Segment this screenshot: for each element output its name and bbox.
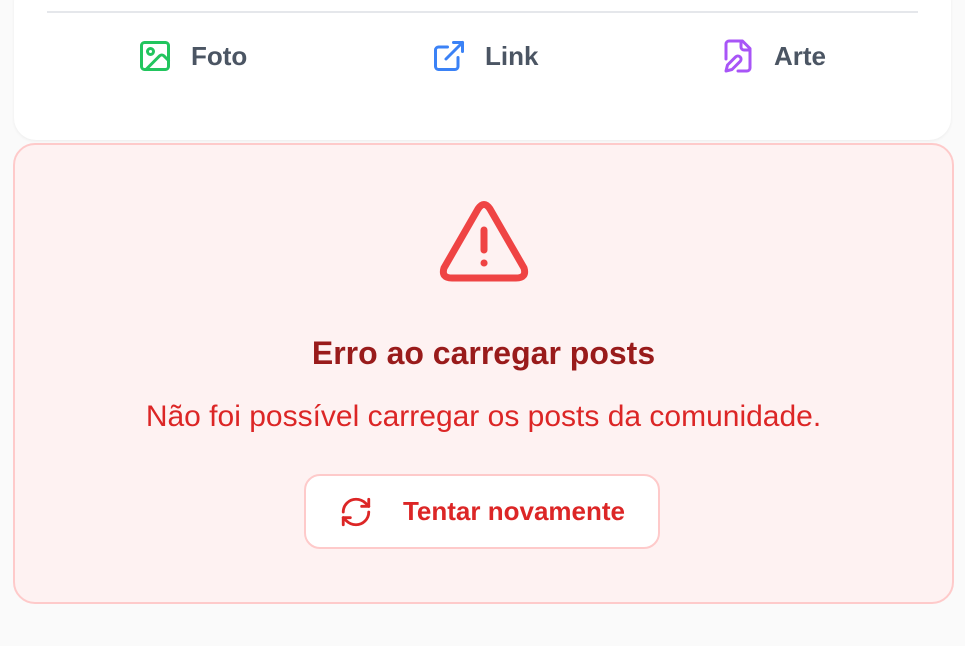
retry-button[interactable]: Tentar novamente [304, 474, 660, 549]
link-button[interactable]: Link [431, 35, 538, 77]
arte-label: Arte [774, 40, 827, 71]
divider [47, 11, 918, 13]
foto-button[interactable]: Foto [137, 35, 247, 77]
arte-button[interactable]: Arte [720, 35, 826, 77]
retry-label: Tentar novamente [402, 496, 625, 526]
image-icon [137, 38, 173, 74]
error-state-card: Erro ao carregar posts Não foi possível … [13, 143, 954, 604]
file-pen-icon [720, 38, 756, 74]
error-title: Erro ao carregar posts [311, 335, 656, 371]
external-link-icon [431, 38, 467, 74]
foto-label: Foto [191, 40, 248, 71]
error-message: Não foi possível carregar os posts da co… [145, 400, 822, 433]
refresh-icon [339, 495, 373, 529]
alert-triangle-icon [438, 200, 530, 284]
post-composer-card: Foto Link Arte [14, 0, 951, 140]
link-label: Link [485, 40, 539, 71]
composer-actions: Foto Link Arte [14, 35, 951, 77]
